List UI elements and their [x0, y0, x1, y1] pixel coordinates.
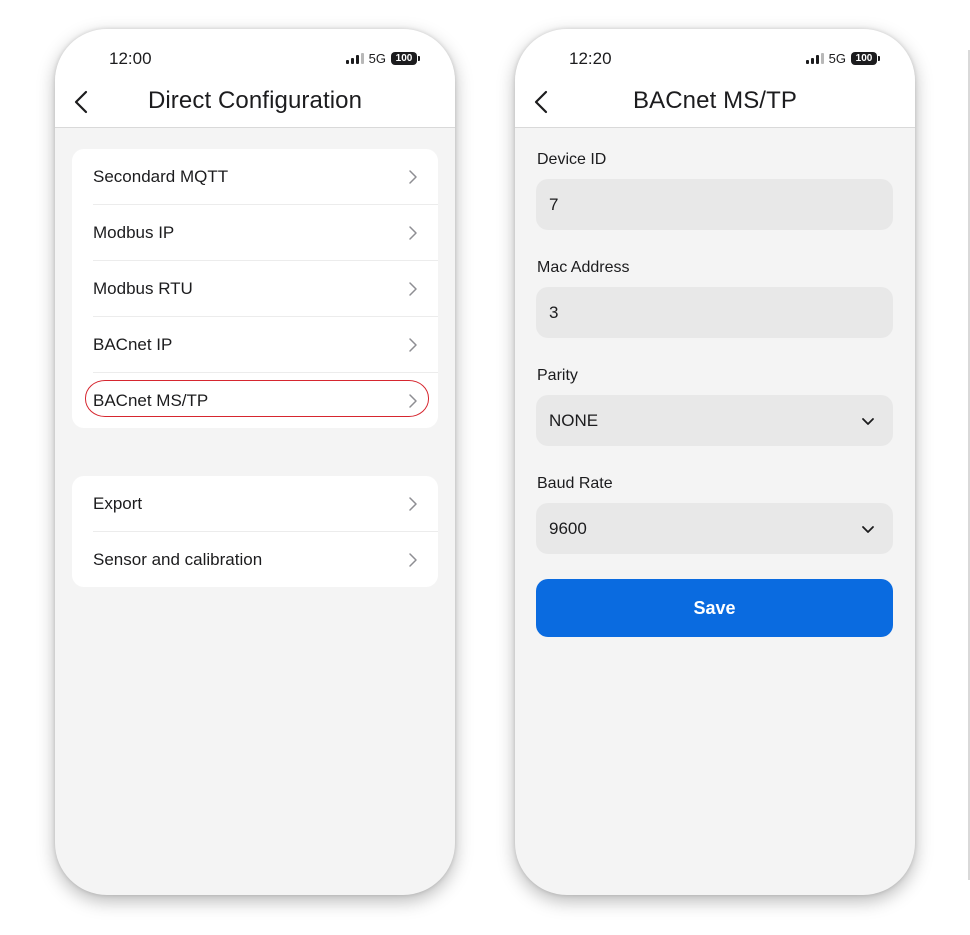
parity-value: NONE — [549, 410, 599, 430]
tools-list-card: Export Sensor and calibration — [72, 476, 438, 587]
signal-bars-icon — [345, 52, 364, 64]
status-time: 12:20 — [569, 49, 612, 68]
list-item-label: Modbus IP — [93, 222, 175, 242]
highlight-annotation — [85, 380, 429, 417]
list-item-modbus-ip[interactable]: Modbus IP — [93, 205, 438, 261]
chevron-right-icon — [409, 337, 417, 352]
baud-rate-value: 9600 — [549, 518, 587, 538]
status-indicators: 5G 100 — [805, 50, 880, 66]
parity-label: Parity — [537, 367, 578, 384]
list-item-label: BACnet IP — [93, 334, 173, 354]
chevron-right-icon — [409, 225, 417, 240]
battery-icon: 100 — [391, 51, 420, 65]
network-label: 5G — [368, 50, 386, 66]
page-title: BACnet MS/TP — [633, 87, 797, 114]
page-title: Direct Configuration — [147, 87, 363, 114]
nav-bar: 12:20 5G 100 BACnet MS/TP — [515, 29, 915, 128]
chevron-right-icon — [409, 169, 417, 184]
save-button[interactable]: Save — [536, 579, 893, 637]
list-item-label: Secondard MQTT — [93, 166, 229, 186]
list-item-sensor-calibration[interactable]: Sensor and calibration — [93, 532, 438, 587]
nav-bar: 12:00 5G 100 Direct Configuration — [55, 29, 455, 128]
signal-bars-icon — [805, 52, 824, 64]
device-id-value: 7 — [549, 194, 559, 214]
mac-address-value: 3 — [549, 302, 559, 322]
mac-address-input[interactable]: 3 — [536, 287, 893, 338]
parity-select[interactable]: NONE — [536, 395, 893, 446]
list-item-export[interactable]: Export — [93, 476, 438, 532]
chevron-down-icon — [862, 417, 874, 425]
battery-icon: 100 — [851, 51, 880, 65]
mac-address-label: Mac Address — [537, 259, 630, 276]
list-item-label: Sensor and calibration — [93, 549, 263, 569]
phone-direct-configuration: 12:00 5G 100 Direct Configuration Second… — [55, 29, 455, 895]
list-item-modbus-rtu[interactable]: Modbus RTU — [93, 261, 438, 317]
baud-rate-select[interactable]: 9600 — [536, 503, 893, 554]
chevron-right-icon — [409, 552, 417, 567]
status-time: 12:00 — [109, 49, 152, 68]
chevron-right-icon — [409, 281, 417, 296]
list-item-label: Export — [93, 493, 143, 513]
baud-rate-label: Baud Rate — [537, 475, 613, 492]
device-id-input[interactable]: 7 — [536, 179, 893, 230]
chevron-down-icon — [862, 525, 874, 533]
device-id-label: Device ID — [537, 151, 607, 168]
network-label: 5G — [828, 50, 846, 66]
status-indicators: 5G 100 — [345, 50, 420, 66]
list-item-secondard-mqtt[interactable]: Secondard MQTT — [93, 149, 438, 205]
phone-bacnet-mstp: 12:20 5G 100 BACnet MS/TP Device ID 7 Ma… — [515, 29, 915, 895]
chevron-right-icon — [409, 496, 417, 511]
list-item-label: Modbus RTU — [93, 278, 193, 298]
list-item-bacnet-ip[interactable]: BACnet IP — [93, 317, 438, 373]
